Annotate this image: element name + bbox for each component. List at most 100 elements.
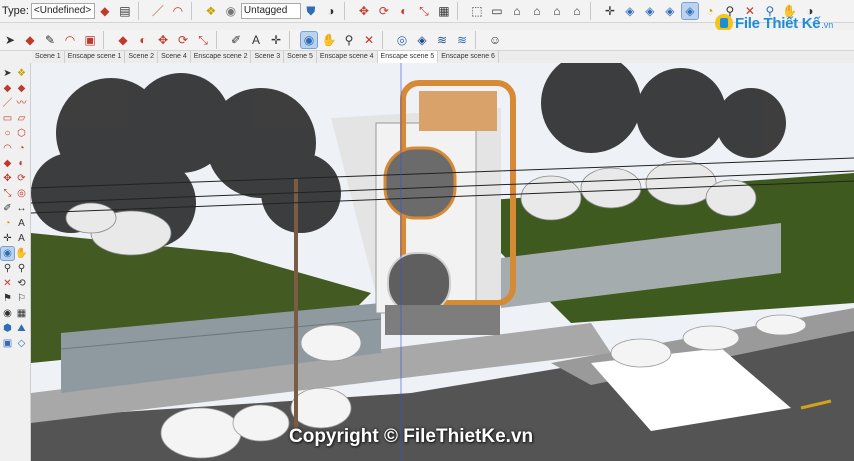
move-icon[interactable]: ✥ bbox=[356, 3, 372, 19]
back-view-icon[interactable]: ⌂ bbox=[549, 3, 565, 19]
scene-tab[interactable]: Scene 5 bbox=[284, 51, 317, 63]
scene-tab[interactable]: Enscape scene 1 bbox=[65, 51, 126, 63]
rotate-icon[interactable]: ⟳ bbox=[376, 3, 392, 19]
pan-icon[interactable]: ✋ bbox=[321, 32, 337, 48]
push-pull-icon[interactable]: ◆ bbox=[1, 157, 14, 170]
text-icon[interactable]: A bbox=[15, 217, 28, 230]
push-pull-icon[interactable]: ◆ bbox=[115, 32, 131, 48]
type-select[interactable]: <Undefined> bbox=[30, 3, 95, 19]
protractor-icon[interactable]: ◔ bbox=[1, 217, 14, 230]
component-icon[interactable]: ❖ bbox=[203, 3, 219, 19]
axes-icon[interactable]: ✛ bbox=[268, 32, 284, 48]
section-icon[interactable]: ▦ bbox=[15, 307, 28, 320]
scene-tab[interactable]: Scene 2 bbox=[125, 51, 159, 63]
rotated-rect-icon[interactable]: ▱ bbox=[15, 112, 28, 125]
select-icon[interactable]: ➤ bbox=[2, 32, 18, 48]
scale-icon[interactable]: ⤡ bbox=[195, 32, 211, 48]
zoom-window-icon[interactable]: ⚲ bbox=[15, 262, 28, 275]
shape-icon[interactable]: ▣ bbox=[82, 32, 98, 48]
pencil-icon[interactable]: ✎ bbox=[42, 32, 58, 48]
section-icon[interactable]: ▦ bbox=[436, 3, 452, 19]
eye-icon[interactable]: ◉ bbox=[223, 3, 239, 19]
left-view-icon[interactable]: ⌂ bbox=[569, 3, 585, 19]
line-tool-icon[interactable]: ／ bbox=[150, 3, 166, 19]
account-icon[interactable]: ☺ bbox=[487, 32, 503, 48]
select-icon[interactable]: ➤ bbox=[1, 67, 14, 80]
zoom-icon[interactable]: ⚲ bbox=[341, 32, 357, 48]
orbit-icon[interactable]: ◉ bbox=[0, 246, 15, 261]
shaded-icon[interactable]: ◈ bbox=[680, 2, 699, 20]
follow-me-icon[interactable]: ◐ bbox=[135, 32, 151, 48]
line-icon[interactable]: ／ bbox=[1, 97, 14, 110]
dimension-icon[interactable]: ↔ bbox=[15, 202, 28, 215]
zoom-icon[interactable]: ⚲ bbox=[1, 262, 14, 275]
orbit-icon[interactable]: ◉ bbox=[300, 31, 318, 49]
axes-icon[interactable]: ✛ bbox=[1, 232, 14, 245]
drape-icon[interactable]: ◇ bbox=[15, 337, 28, 350]
extension-icon[interactable]: ◈ bbox=[414, 32, 430, 48]
secondary-toolbar: ➤ ◆ ✎ ◠ ▣ ◆ ◐ ✥ ⟳ ⤡ ✐ A ✛ ◉ ✋ ⚲ ✕ ◎ ◈ ≋ … bbox=[0, 30, 854, 51]
3d-text-icon[interactable]: A bbox=[15, 232, 28, 245]
eraser-icon[interactable]: ◆ bbox=[15, 82, 28, 95]
arc-tool-icon[interactable]: ◠ bbox=[170, 3, 186, 19]
scene-tab[interactable]: Scene 1 bbox=[32, 51, 65, 63]
paint-icon[interactable]: ◆ bbox=[1, 82, 14, 95]
walk-icon[interactable]: ⚐ bbox=[15, 292, 28, 305]
pie-icon[interactable]: ◔ bbox=[15, 142, 28, 155]
arc-icon[interactable]: ◠ bbox=[1, 142, 14, 155]
rectangle-icon[interactable]: ▭ bbox=[1, 112, 14, 125]
sandbox-icon[interactable]: ⬢ bbox=[1, 322, 14, 335]
circle-icon[interactable]: ○ bbox=[1, 127, 14, 140]
layers-icon[interactable]: ≋ bbox=[454, 32, 470, 48]
scene-tab[interactable]: Enscape scene 2 bbox=[191, 51, 252, 63]
previous-icon[interactable]: ⟲ bbox=[15, 277, 28, 290]
scale-icon[interactable]: ⤡ bbox=[1, 187, 14, 200]
scene-tab[interactable]: Enscape scene 4 bbox=[317, 51, 378, 63]
components-icon[interactable]: ≋ bbox=[434, 32, 450, 48]
polygon-icon[interactable]: ⬡ bbox=[15, 127, 28, 140]
offset-icon[interactable]: ◎ bbox=[15, 187, 28, 200]
scale-icon[interactable]: ⤡ bbox=[416, 3, 432, 19]
terrain-icon[interactable]: ⛰ bbox=[15, 322, 28, 335]
paint-bucket-icon[interactable]: ▤ bbox=[117, 3, 133, 19]
component-icon[interactable]: ❖ bbox=[15, 67, 28, 80]
follow-me-icon[interactable]: ◐ bbox=[15, 157, 28, 170]
type-label: Type: bbox=[2, 5, 29, 17]
hidden-line-icon[interactable]: ◈ bbox=[662, 3, 678, 19]
paint-icon[interactable]: ◑ bbox=[323, 3, 339, 19]
move-icon[interactable]: ✥ bbox=[155, 32, 171, 48]
scene-tab[interactable]: Scene 4 bbox=[158, 51, 191, 63]
top-view-icon[interactable]: ▭ bbox=[489, 3, 505, 19]
home-icon[interactable]: ⌂ bbox=[509, 3, 525, 19]
iso-view-icon[interactable]: ⬚ bbox=[469, 3, 485, 19]
eraser-icon[interactable]: ◆ bbox=[97, 3, 113, 19]
look-around-icon[interactable]: ◉ bbox=[1, 307, 14, 320]
utility-pole bbox=[294, 178, 298, 428]
rotate-icon[interactable]: ⟳ bbox=[15, 172, 28, 185]
tape-icon[interactable]: ✐ bbox=[1, 202, 14, 215]
tape-icon[interactable]: ✐ bbox=[228, 32, 244, 48]
tag-select[interactable]: Untagged bbox=[240, 3, 301, 19]
shield-icon[interactable]: ⛊ bbox=[303, 3, 319, 19]
zoom-extents-icon[interactable]: ✕ bbox=[1, 277, 14, 290]
eraser-icon[interactable]: ◆ bbox=[22, 32, 38, 48]
scene-tab[interactable]: Enscape scene 5 bbox=[377, 51, 439, 63]
3d-viewport[interactable]: Copyright © FileThietKe.vn bbox=[31, 63, 854, 461]
wireframe-icon[interactable]: ◈ bbox=[642, 3, 658, 19]
freehand-icon[interactable]: 〰 bbox=[15, 97, 28, 110]
text-icon[interactable]: A bbox=[248, 32, 264, 48]
follow-me-icon[interactable]: ◐ bbox=[396, 3, 412, 19]
arc-icon[interactable]: ◠ bbox=[62, 32, 78, 48]
warehouse-icon[interactable]: ◎ bbox=[394, 32, 410, 48]
axes-icon[interactable]: ✛ bbox=[602, 3, 618, 19]
right-view-icon[interactable]: ⌂ bbox=[529, 3, 545, 19]
scene-tab[interactable]: Enscape scene 6 bbox=[438, 51, 499, 63]
scene-tab[interactable]: Scene 3 bbox=[251, 51, 285, 63]
zoom-extents-icon[interactable]: ✕ bbox=[361, 32, 377, 48]
move-icon[interactable]: ✥ bbox=[1, 172, 14, 185]
rotate-icon[interactable]: ⟳ bbox=[175, 32, 191, 48]
stamp-icon[interactable]: ▣ bbox=[1, 337, 14, 350]
position-camera-icon[interactable]: ⚑ bbox=[1, 292, 14, 305]
pan-icon[interactable]: ✋ bbox=[15, 247, 28, 260]
xray-icon[interactable]: ◈ bbox=[622, 3, 638, 19]
